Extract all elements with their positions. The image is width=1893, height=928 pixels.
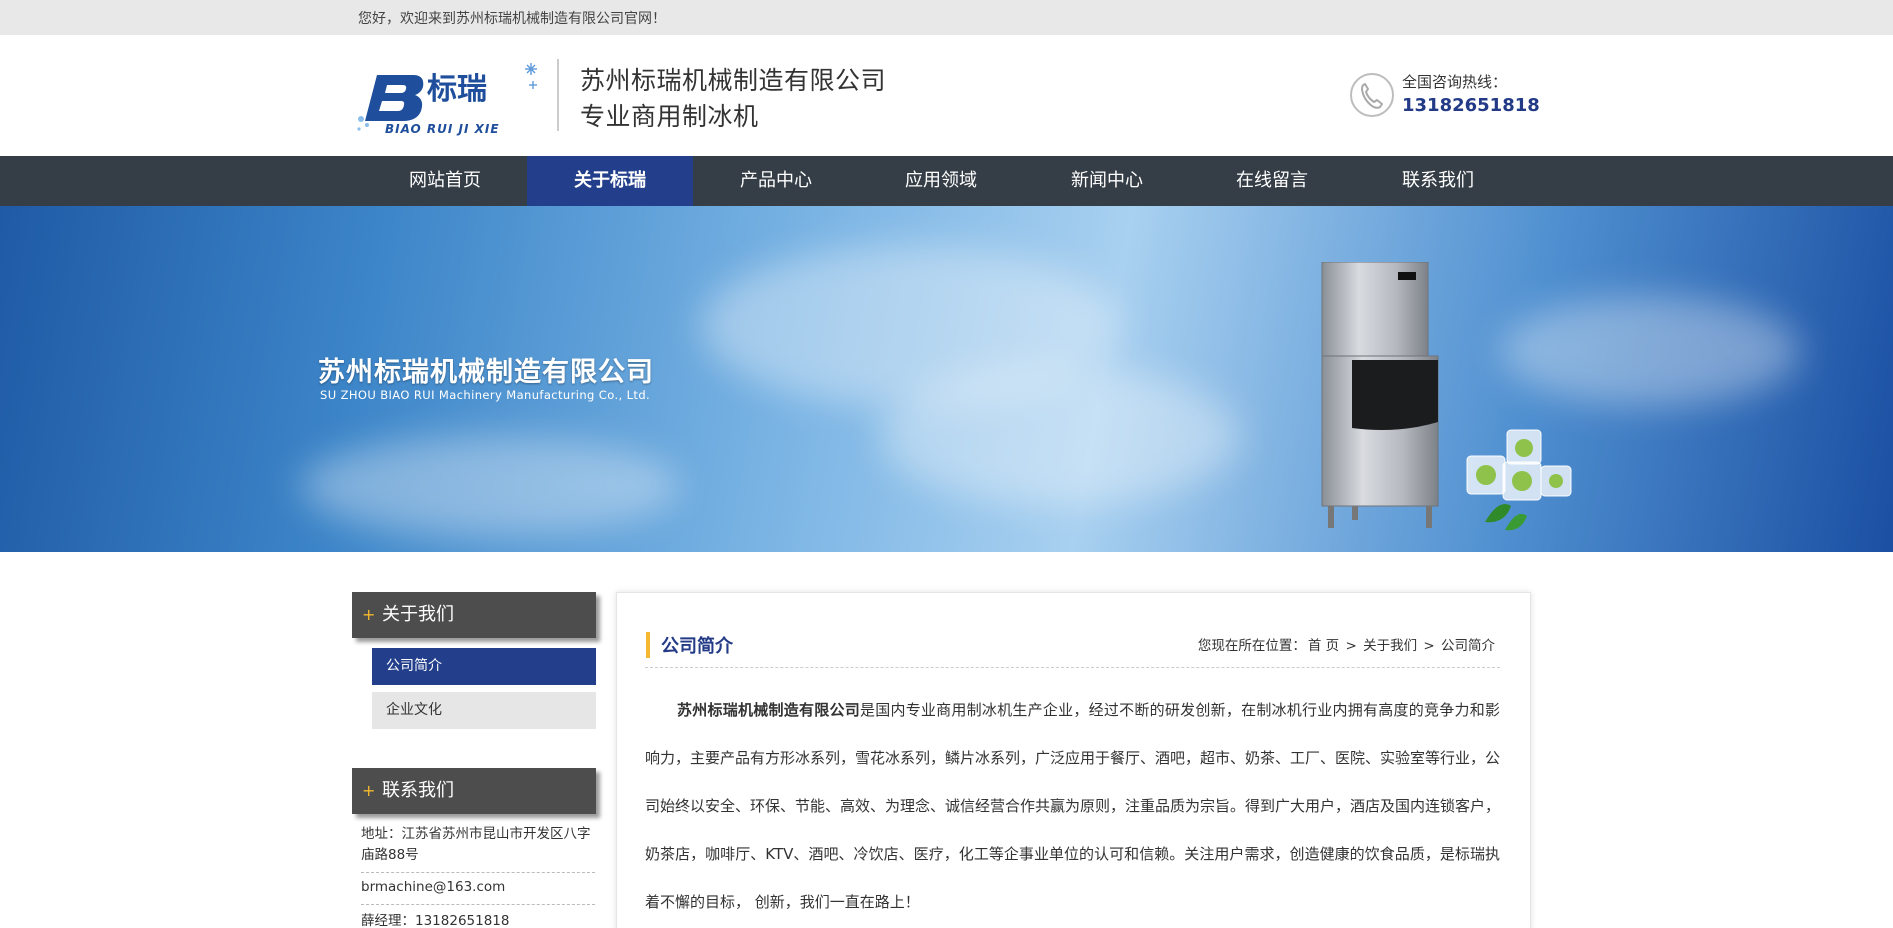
breadcrumb-link-about[interactable]: 关于我们 [1363,638,1417,654]
plus-icon: + [362,781,376,800]
sidebar-item-culture[interactable]: 企业文化 [372,692,596,729]
sidebar-item-company-profile[interactable]: 公司简介 [372,648,596,685]
banner-subtitle: SU ZHOU BIAO RUI Machinery Manufacturing… [320,388,651,402]
breadcrumb-link-home[interactable]: 首 页 [1308,638,1339,654]
banner-cloud [300,436,680,536]
banner-cloud [1500,296,1800,406]
plus-icon: + [362,605,376,624]
breadcrumb: 您现在所在位置：首 页 > 关于我们 > 公司简介 [1197,634,1496,654]
nav-item-contact[interactable]: 联系我们 [1355,156,1521,206]
phone-icon [1350,73,1394,117]
hotline-number[interactable]: 13182651818 [1402,95,1540,116]
company-intro-name: 苏州标瑞机械制造有限公司 [677,701,860,719]
banner-cloud [880,366,1240,506]
ice-machine-image [1321,262,1439,528]
banner-title: 苏州标瑞机械制造有限公司 [318,357,654,388]
breadcrumb-separator: > [1345,638,1357,654]
content-divider [645,667,1500,668]
top-strip: 您好，欢迎来到苏州标瑞机械制造有限公司官网！ [0,0,1893,35]
nav-item-message[interactable]: 在线留言 [1189,156,1355,206]
company-name: 苏州标瑞机械制造有限公司 [580,66,887,95]
nav-item-products[interactable]: 产品中心 [693,156,859,206]
logo-divider [557,59,559,131]
sidebar-about-heading-label: 关于我们 [382,604,454,625]
hero-banner: 苏州标瑞机械制造有限公司 SU ZHOU BIAO RUI Machinery … [0,206,1893,552]
nav-item-home[interactable]: 网站首页 [362,156,528,206]
sidebar-contact-heading-label: 联系我们 [382,780,454,801]
company-intro: 苏州标瑞机械制造有限公司是国内专业商用制冰机生产企业，经过不断的研发创新，在制冰… [645,686,1500,926]
sidebar-contact-heading: + 联系我们 [352,768,596,814]
ice-cubes-image [1466,429,1572,531]
contact-manager: 薛经理：13182651818 [361,911,595,928]
hotline-label: 全国咨询热线： [1402,73,1508,91]
svg-text:BIAO RUI JI XIE: BIAO RUI JI XIE [385,122,500,136]
welcome-text: 您好，欢迎来到苏州标瑞机械制造有限公司官网！ [358,11,666,27]
sidebar-about-heading: + 关于我们 [352,592,596,638]
breadcrumb-prefix: 您现在所在位置： [1197,638,1306,654]
nav-item-about[interactable]: 关于标瑞 [527,156,693,206]
main-nav: 网站首页 关于标瑞 产品中心 应用领域 新闻中心 在线留言 联系我们 [0,156,1893,206]
nav-item-news[interactable]: 新闻中心 [1024,156,1190,206]
company-logo[interactable]: 标瑞 BIAO RUI JI XIE [355,59,543,139]
breadcrumb-current[interactable]: 公司简介 [1441,638,1495,654]
nav-item-applications[interactable]: 应用领域 [858,156,1024,206]
site-header: 标瑞 BIAO RUI JI XIE 苏州标瑞机械制造有限公司 专业商用制冰机 … [0,35,1893,156]
contact-email[interactable]: brmachine@163.com [361,877,595,905]
contact-address: 地址：江苏省苏州市昆山市开发区八字庙路88号 [361,824,595,873]
breadcrumb-separator: > [1423,638,1435,654]
svg-text:标瑞: 标瑞 [427,72,487,107]
title-accent-bar [646,632,650,658]
company-slogan: 专业商用制冰机 [580,102,759,131]
company-intro-body: 是国内专业商用制冰机生产企业，经过不断的研发创新，在制冰机行业内拥有高度的竞争力… [645,701,1501,911]
content-title: 公司简介 [661,636,733,657]
